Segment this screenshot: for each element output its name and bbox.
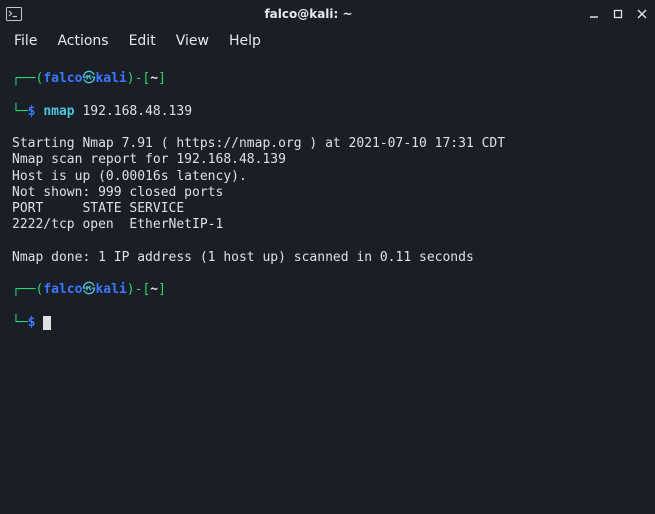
terminal-output[interactable]: ┌──(falco㉿kali)-[~] └─$ nmap 192.168.48.…: [0, 55, 655, 363]
output-line: Host is up (0.00016s latency).: [12, 169, 247, 184]
prompt-line-2-top: ┌──(falco㉿kali)-[~]: [12, 282, 643, 298]
output-line: Starting Nmap 7.91 ( https://nmap.org ) …: [12, 136, 505, 151]
output-line: Not shown: 999 closed ports: [12, 185, 223, 200]
menu-file[interactable]: File: [14, 33, 37, 49]
terminal-icon: [6, 6, 22, 22]
menu-view[interactable]: View: [176, 33, 209, 49]
menu-edit[interactable]: Edit: [129, 33, 156, 49]
output-line: Nmap done: 1 IP address (1 host up) scan…: [12, 250, 474, 265]
maximize-button[interactable]: [611, 7, 625, 21]
minimize-button[interactable]: [587, 7, 601, 21]
menu-actions[interactable]: Actions: [57, 33, 108, 49]
output-line: 2222/tcp open EtherNetIP-1: [12, 217, 223, 232]
prompt-line-1-bottom: └─$ nmap 192.168.48.139: [12, 104, 643, 120]
window-title: falco@kali: ~: [30, 7, 587, 21]
output-line: Nmap scan report for 192.168.48.139: [12, 152, 286, 167]
prompt-line-1-top: ┌──(falco㉿kali)-[~]: [12, 71, 643, 87]
window-controls: [587, 7, 649, 21]
titlebar: falco@kali: ~: [0, 0, 655, 27]
menubar: File Actions Edit View Help: [0, 27, 655, 55]
output-line: PORT STATE SERVICE: [12, 201, 184, 216]
close-button[interactable]: [635, 7, 649, 21]
cursor-icon: [43, 316, 51, 330]
prompt-line-2-bottom: └─$: [12, 315, 643, 331]
menu-help[interactable]: Help: [229, 33, 261, 49]
